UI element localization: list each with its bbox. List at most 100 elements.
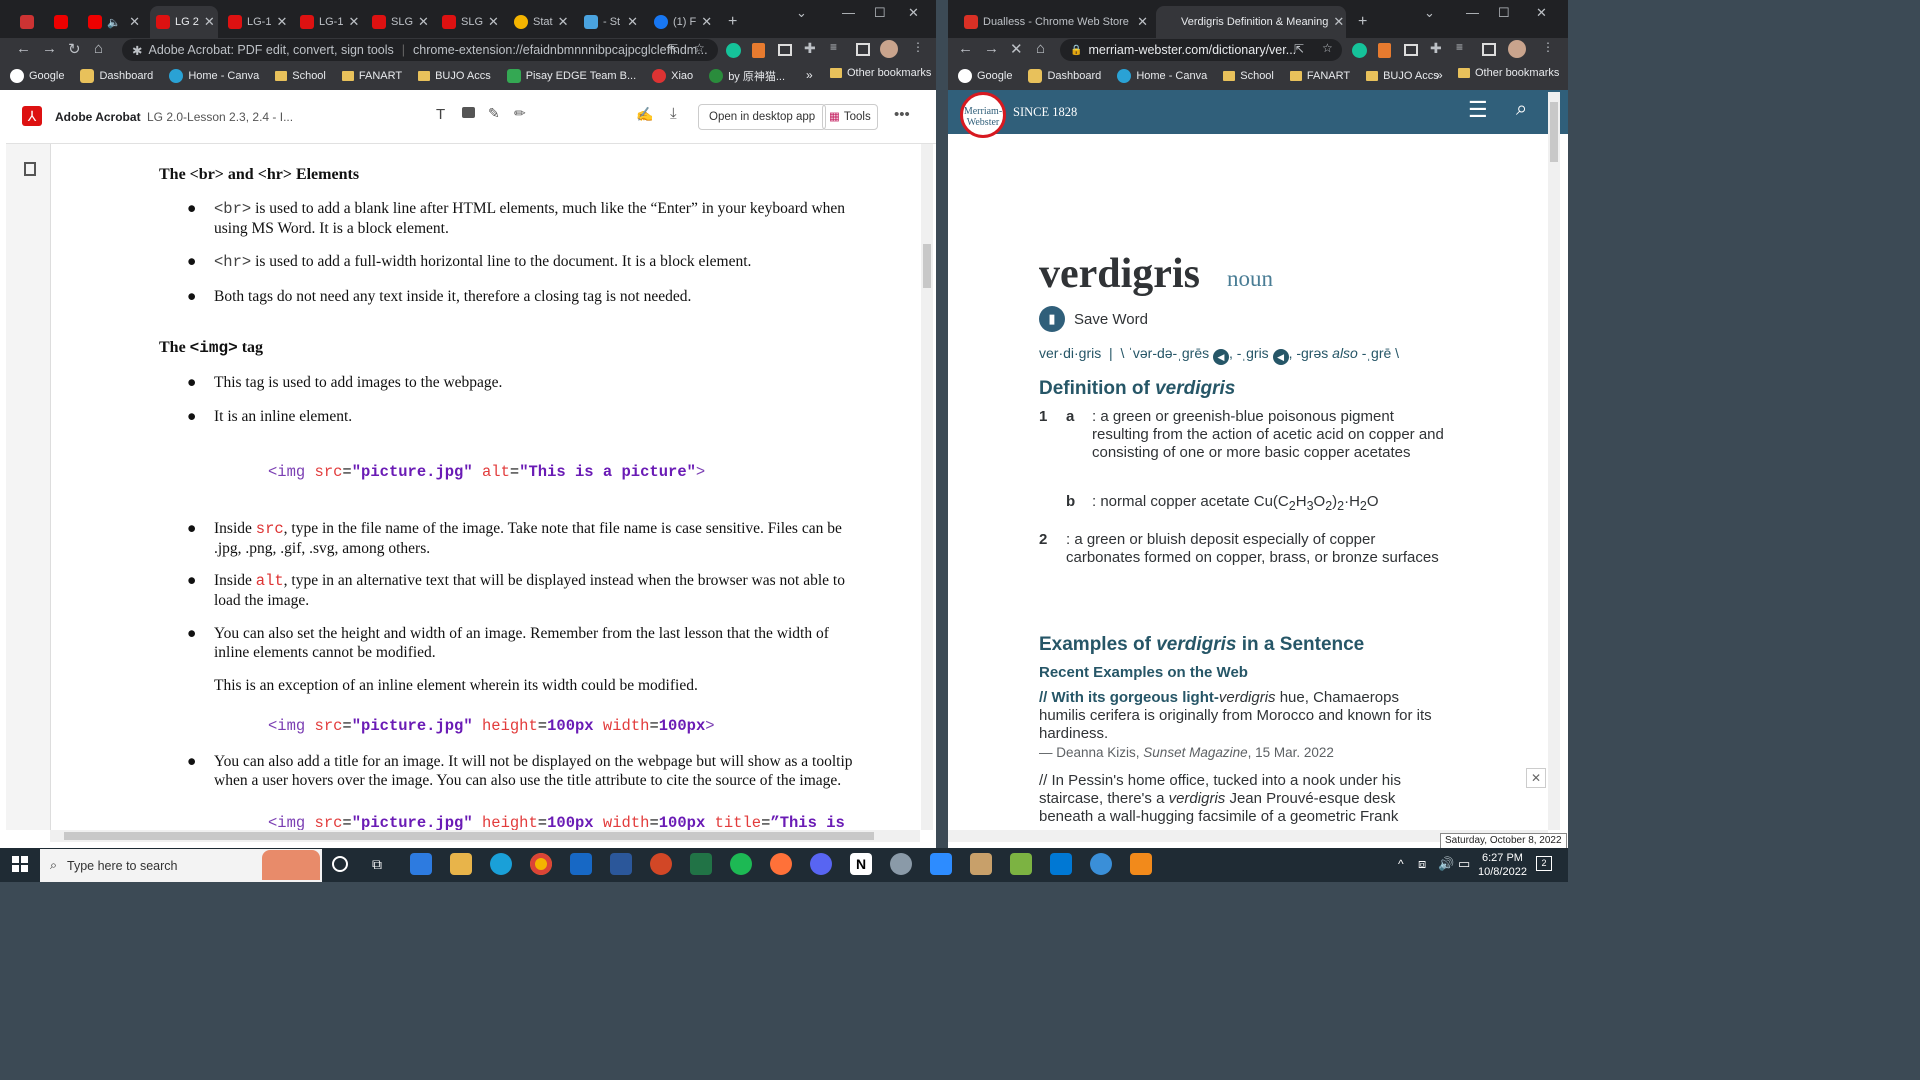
tab-youtube[interactable] <box>48 6 78 38</box>
tab-slg1[interactable]: SLG ✕ <box>366 6 432 38</box>
grammarly-icon[interactable] <box>1352 43 1367 58</box>
cortana-icon[interactable] <box>332 856 348 872</box>
reading-list-icon[interactable]: ≡ <box>1456 40 1463 54</box>
close-icon[interactable]: ✕ <box>276 14 287 30</box>
bookmark-google[interactable]: Google <box>958 69 1012 83</box>
reading-list-icon[interactable]: ≡ <box>830 40 837 54</box>
scrollbar-thumb[interactable] <box>1550 102 1558 162</box>
bookmark-canva[interactable]: Home - Canva <box>1117 69 1207 83</box>
menu-icon[interactable]: ⋮ <box>912 40 924 54</box>
maximize-button[interactable]: ☐ <box>1498 5 1510 21</box>
new-tab-button[interactable]: + <box>1352 6 1376 38</box>
excel-icon[interactable] <box>690 853 712 875</box>
forward-button[interactable]: → <box>984 40 999 57</box>
side-panel-icon[interactable] <box>1482 43 1496 56</box>
search-icon[interactable]: ⌕ <box>1516 98 1527 121</box>
back-button[interactable]: ← <box>958 40 973 57</box>
bookmark-genshin[interactable]: by 原神猫... <box>709 68 785 84</box>
mail-icon[interactable] <box>570 853 592 875</box>
more-bookmarks-icon[interactable]: » <box>1436 68 1443 82</box>
close-window-button[interactable]: ✕ <box>1536 5 1547 21</box>
extension-cup-icon[interactable] <box>1378 43 1391 58</box>
tab-lg1b[interactable]: LG-1 ✕ <box>294 6 360 38</box>
bookmark-star-icon[interactable]: ☆ <box>694 41 705 55</box>
tab-verdigris[interactable]: Verdigris Definition & Meaning ✕ <box>1156 6 1346 38</box>
close-icon[interactable]: ✕ <box>129 14 140 30</box>
address-bar[interactable]: ✱ Adobe Acrobat: PDF edit, convert, sign… <box>122 39 718 61</box>
bookmark-xiao[interactable]: Xiao <box>652 69 693 83</box>
share-icon[interactable]: ⇱ <box>1294 42 1304 56</box>
close-icon[interactable]: ✕ <box>204 14 215 30</box>
notion-icon[interactable]: N <box>850 853 872 875</box>
back-button[interactable]: ← <box>16 40 31 57</box>
pages-panel-icon[interactable] <box>24 162 36 176</box>
profile-avatar[interactable] <box>1508 40 1526 58</box>
store-icon[interactable] <box>410 853 432 875</box>
scrollbar-thumb[interactable] <box>64 832 874 840</box>
highlight-tool-icon[interactable]: ✎ <box>488 105 500 122</box>
close-icon[interactable]: ✕ <box>558 14 569 30</box>
clock[interactable]: 6:27 PM 10/8/2022 <box>1478 851 1527 879</box>
close-ad-button[interactable]: ✕ <box>1526 768 1546 788</box>
close-icon[interactable]: ✕ <box>1137 14 1148 30</box>
word-icon[interactable] <box>610 853 632 875</box>
tab-search-icon[interactable]: ⌄ <box>796 5 807 21</box>
share-icon[interactable]: ⇱ <box>668 42 678 56</box>
other-bookmarks[interactable]: Other bookmarks <box>1458 67 1559 79</box>
tab-pinned[interactable] <box>14 6 44 38</box>
comment-tool-icon[interactable] <box>462 107 475 118</box>
app-icon[interactable] <box>890 853 912 875</box>
firefox-icon[interactable] <box>770 853 792 875</box>
bookmark-bujo[interactable]: BUJO Accs <box>1366 70 1439 82</box>
bookmark-bujo[interactable]: BUJO Accs <box>418 70 491 82</box>
app-icon[interactable] <box>1010 853 1032 875</box>
spotify-icon[interactable] <box>730 853 752 875</box>
mw-logo[interactable]: Merriam- Webster <box>960 92 1006 138</box>
tab-facebook[interactable]: (1) F ✕ <box>648 6 714 38</box>
vscode-icon[interactable] <box>1050 853 1072 875</box>
hamburger-menu-icon[interactable]: ☰ <box>1468 99 1488 121</box>
scrollbar-thumb[interactable] <box>923 244 931 288</box>
vertical-scrollbar[interactable] <box>1548 92 1560 830</box>
edge-icon[interactable] <box>490 853 512 875</box>
text-tool-icon[interactable]: T <box>436 106 445 123</box>
audio-icon[interactable]: ◀ <box>1213 349 1230 365</box>
bookmark-fanart[interactable]: FANART <box>341 70 402 82</box>
close-window-button[interactable]: ✕ <box>908 5 919 21</box>
app-icon[interactable] <box>970 853 992 875</box>
close-icon[interactable]: ✕ <box>701 14 712 30</box>
more-options-icon[interactable]: ••• <box>894 106 910 123</box>
tab-youtube-audio[interactable]: 🔈 ✕ <box>82 6 146 38</box>
reload-button[interactable]: ↻ <box>68 40 81 58</box>
maximize-button[interactable]: ☐ <box>874 5 886 21</box>
grammarly-icon[interactable] <box>726 43 741 58</box>
bookmark-school[interactable]: School <box>275 70 326 82</box>
tab-search-icon[interactable]: ⌄ <box>1424 5 1435 21</box>
powerpoint-icon[interactable] <box>650 853 672 875</box>
audio-icon[interactable]: ◀ <box>1272 349 1289 365</box>
app-icon[interactable] <box>1090 853 1112 875</box>
volume-icon[interactable]: 🔊 <box>1438 856 1454 872</box>
file-explorer-icon[interactable] <box>450 853 472 875</box>
tray-chevron-icon[interactable]: ^ <box>1398 857 1404 871</box>
extension-grid-icon[interactable] <box>1404 44 1418 56</box>
tab-lg2[interactable]: LG 2 ✕ <box>150 6 218 38</box>
minimize-button[interactable]: — <box>842 5 855 20</box>
bookmark-fanart[interactable]: FANART <box>1289 70 1350 82</box>
bookmark-school[interactable]: School <box>1223 70 1274 82</box>
new-tab-button[interactable]: + <box>722 6 746 38</box>
app-icon[interactable] <box>1130 853 1152 875</box>
horizontal-scrollbar[interactable] <box>50 830 920 842</box>
chrome-icon[interactable] <box>530 853 552 875</box>
close-icon[interactable]: ✕ <box>1333 14 1344 30</box>
extensions-icon[interactable]: ✚ <box>1430 40 1442 57</box>
document-title[interactable]: LG 2.0-Lesson 2.3, 2.4 - I... <box>147 110 293 124</box>
tab-lg1a[interactable]: LG-1 ✕ <box>222 6 288 38</box>
windows-start-icon[interactable] <box>12 856 28 872</box>
tools-button[interactable]: ▦ Tools <box>822 104 878 130</box>
extension-cup-icon[interactable] <box>752 43 765 58</box>
vertical-scrollbar[interactable] <box>921 144 933 830</box>
task-view-icon[interactable]: ⧉ <box>372 856 382 873</box>
bookmark-dashboard[interactable]: Dashboard <box>1028 69 1101 83</box>
draw-tool-icon[interactable]: ✏ <box>514 105 526 122</box>
